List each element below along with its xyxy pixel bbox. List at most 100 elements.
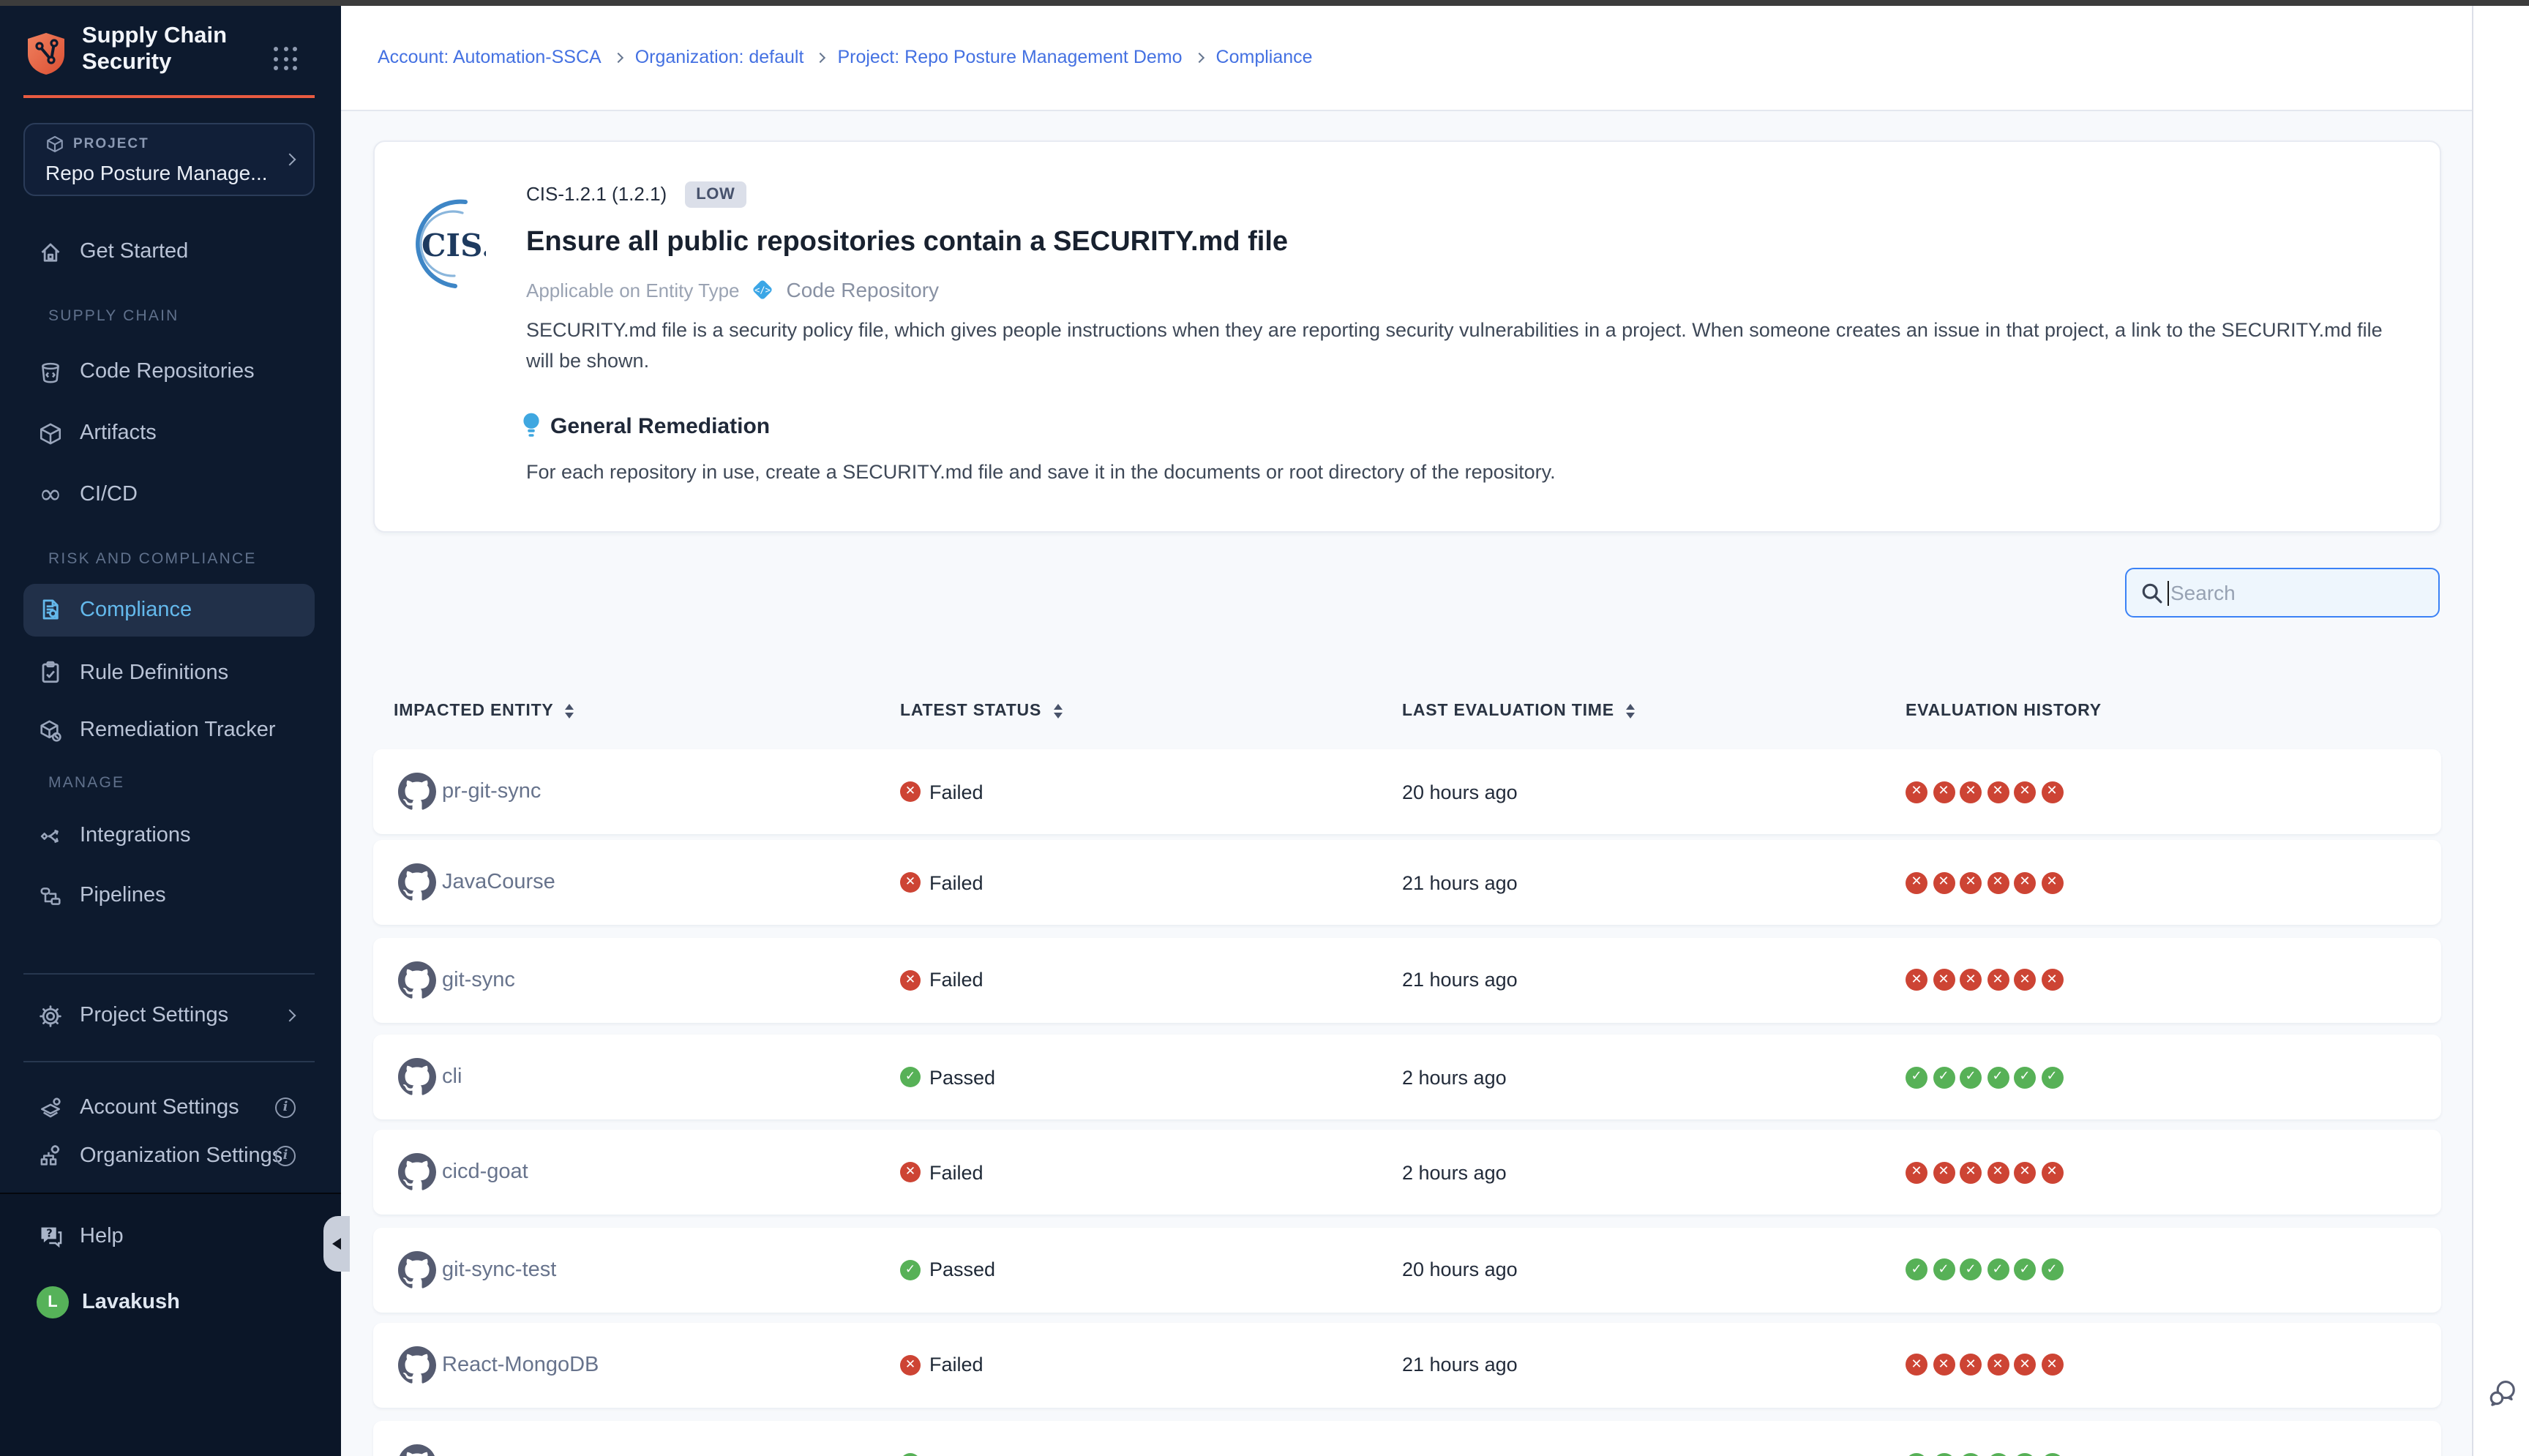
chat-support-icon[interactable] <box>2486 1377 2518 1409</box>
project-selector[interactable]: PROJECT Repo Posture Manage... <box>23 122 315 195</box>
sidebar-item-account-settings[interactable]: Account Settings i <box>23 1084 315 1131</box>
sidebar-item-project-settings[interactable]: Project Settings <box>23 992 315 1039</box>
column-header-latest-status[interactable]: LATEST STATUS <box>900 699 1062 723</box>
user-name[interactable]: Lavakush <box>82 1290 180 1313</box>
avatar-initial: L <box>48 1293 57 1310</box>
pipelines-icon <box>37 882 64 909</box>
history-pass-icon <box>1960 1066 1982 1088</box>
sidebar-item-artifacts[interactable]: Artifacts <box>23 410 315 457</box>
table-row[interactable]: cicd-goat Failed 2 hours ago <box>373 1130 2440 1215</box>
table-row[interactable]: JavaCourse Failed 21 hours ago <box>373 840 2440 925</box>
entity-cell: cicd-goat <box>398 1130 528 1215</box>
history-fail-icon <box>2041 1161 2063 1183</box>
table-row[interactable]: pr-git-sync Failed 20 hours ago <box>373 749 2440 834</box>
sidebar-item-get-started[interactable]: Get Started <box>23 228 315 275</box>
entity-link[interactable]: pr-git-sync <box>442 780 541 803</box>
table-row[interactable]: Passed <box>373 1421 2440 1456</box>
sidebar-item-integrations[interactable]: Integrations <box>23 812 315 859</box>
history-pass-icon <box>1933 1066 1955 1088</box>
code-repository-diamond-icon: </> <box>752 278 775 301</box>
sidebar-section-manage: MANAGE <box>48 774 124 792</box>
entity-link[interactable]: git-sync <box>442 968 515 991</box>
breadcrumb-organization[interactable]: Organization: default <box>635 48 804 68</box>
module-switcher-grid-icon[interactable] <box>274 47 299 72</box>
window-top-strip <box>0 0 2529 6</box>
sidebar-item-label: Get Started <box>80 240 188 263</box>
history-cell <box>1906 937 2063 1022</box>
history-pass-icon <box>1906 1258 1927 1280</box>
history-pass-icon <box>2014 1452 2036 1456</box>
chevron-right-icon <box>284 153 296 165</box>
status-label: Failed <box>929 871 984 893</box>
user-avatar[interactable]: L <box>37 1286 69 1318</box>
sidebar-item-label: Code Repositories <box>80 360 255 383</box>
svg-text:?: ? <box>45 1228 51 1240</box>
sort-icon[interactable] <box>1626 704 1635 718</box>
time-cell: 2 hours ago <box>1402 1035 1507 1119</box>
sidebar-item-remediation-tracker[interactable]: Remediation Tracker <box>23 707 315 754</box>
table-row[interactable]: git-sync Failed 21 hours ago <box>373 937 2440 1022</box>
sidebar-collapse-handle[interactable] <box>323 1216 350 1272</box>
history-fail-icon <box>2014 781 2036 803</box>
sidebar-item-cicd[interactable]: ∞ CI/CD <box>23 471 315 518</box>
sidebar-item-label: Account Settings <box>80 1096 239 1119</box>
severity-badge: LOW <box>684 181 746 207</box>
history-cell <box>1906 1322 2063 1407</box>
breadcrumb-project[interactable]: Project: Repo Posture Management Demo <box>837 48 1182 68</box>
history-cell <box>1906 1035 2063 1119</box>
info-icon[interactable]: i <box>275 1145 296 1166</box>
sort-icon[interactable] <box>566 704 574 718</box>
column-header-last-evaluation-time[interactable]: LAST EVALUATION TIME <box>1402 699 1635 723</box>
svg-text:CIS.: CIS. <box>422 228 486 263</box>
entity-type-chip: Code Repository <box>787 278 940 301</box>
sidebar-item-code-repositories[interactable]: Code Repositories <box>23 348 315 395</box>
column-header-label: LAST EVALUATION TIME <box>1402 702 1614 720</box>
history-fail-icon <box>1906 1354 1927 1376</box>
breadcrumb-compliance[interactable]: Compliance <box>1216 48 1313 68</box>
github-icon <box>398 773 436 811</box>
history-pass-icon <box>1987 1452 2009 1456</box>
breadcrumb: Account: Automation-SSCA Organization: d… <box>378 48 1313 68</box>
sidebar-footer: ? Help L Lavakush <box>0 1192 341 1456</box>
history-fail-icon <box>2014 1161 2036 1183</box>
entity-link[interactable]: cicd-goat <box>442 1160 528 1184</box>
entity-link[interactable]: JavaCourse <box>442 871 555 894</box>
sidebar-item-organization-settings[interactable]: Organization Settings i <box>23 1132 315 1179</box>
history-cell <box>1906 1130 2063 1215</box>
chevron-right-icon <box>613 53 623 63</box>
breadcrumb-account[interactable]: Account: Automation-SSCA <box>378 48 602 68</box>
failed-icon <box>900 969 921 990</box>
sidebar-item-compliance[interactable]: Compliance <box>23 583 315 637</box>
table-row[interactable]: cli Passed 2 hours ago <box>373 1035 2440 1119</box>
status-label: Failed <box>929 1354 984 1376</box>
sort-icon[interactable] <box>1053 704 1062 718</box>
sidebar-item-pipelines[interactable]: Pipelines <box>23 872 315 919</box>
column-header-label: IMPACTED ENTITY <box>394 702 554 720</box>
history-cell <box>1906 840 2063 925</box>
lightbulb-icon <box>521 411 542 440</box>
main-content: CIS. CIS-1.2.1 (1.2.1) LOW Ensure all pu… <box>341 110 2471 1456</box>
info-icon[interactable]: i <box>275 1097 296 1118</box>
entity-link[interactable]: git-sync-test <box>442 1258 556 1281</box>
product-name-line1: Supply Chain <box>82 23 227 49</box>
account-settings-layers-icon <box>37 1095 64 1121</box>
table-row[interactable]: git-sync-test Passed 20 hours ago <box>373 1227 2440 1312</box>
sidebar-item-help[interactable]: ? Help <box>23 1213 315 1260</box>
status-cell: Passed <box>900 1227 995 1312</box>
column-header-impacted-entity[interactable]: IMPACTED ENTITY <box>394 699 574 723</box>
entity-link[interactable]: cli <box>442 1065 462 1089</box>
sidebar-item-rule-definitions[interactable]: Rule Definitions <box>23 649 315 696</box>
history-fail-icon <box>2041 781 2063 803</box>
entity-link[interactable]: React-MongoDB <box>442 1353 599 1376</box>
status-cell: Failed <box>900 840 984 925</box>
failed-icon <box>900 1354 921 1375</box>
history-pass-icon <box>1933 1258 1955 1280</box>
status-cell: Failed <box>900 749 984 834</box>
history-pass-icon <box>1960 1452 1982 1456</box>
history-fail-icon <box>2014 871 2036 893</box>
table-row[interactable]: React-MongoDB Failed 21 hours ago <box>373 1322 2440 1407</box>
status-label: Passed <box>929 1258 995 1280</box>
applicable-label: Applicable on Entity Type <box>526 279 740 301</box>
search-input[interactable] <box>2170 572 2431 613</box>
time-cell: 20 hours ago <box>1402 1227 1518 1312</box>
